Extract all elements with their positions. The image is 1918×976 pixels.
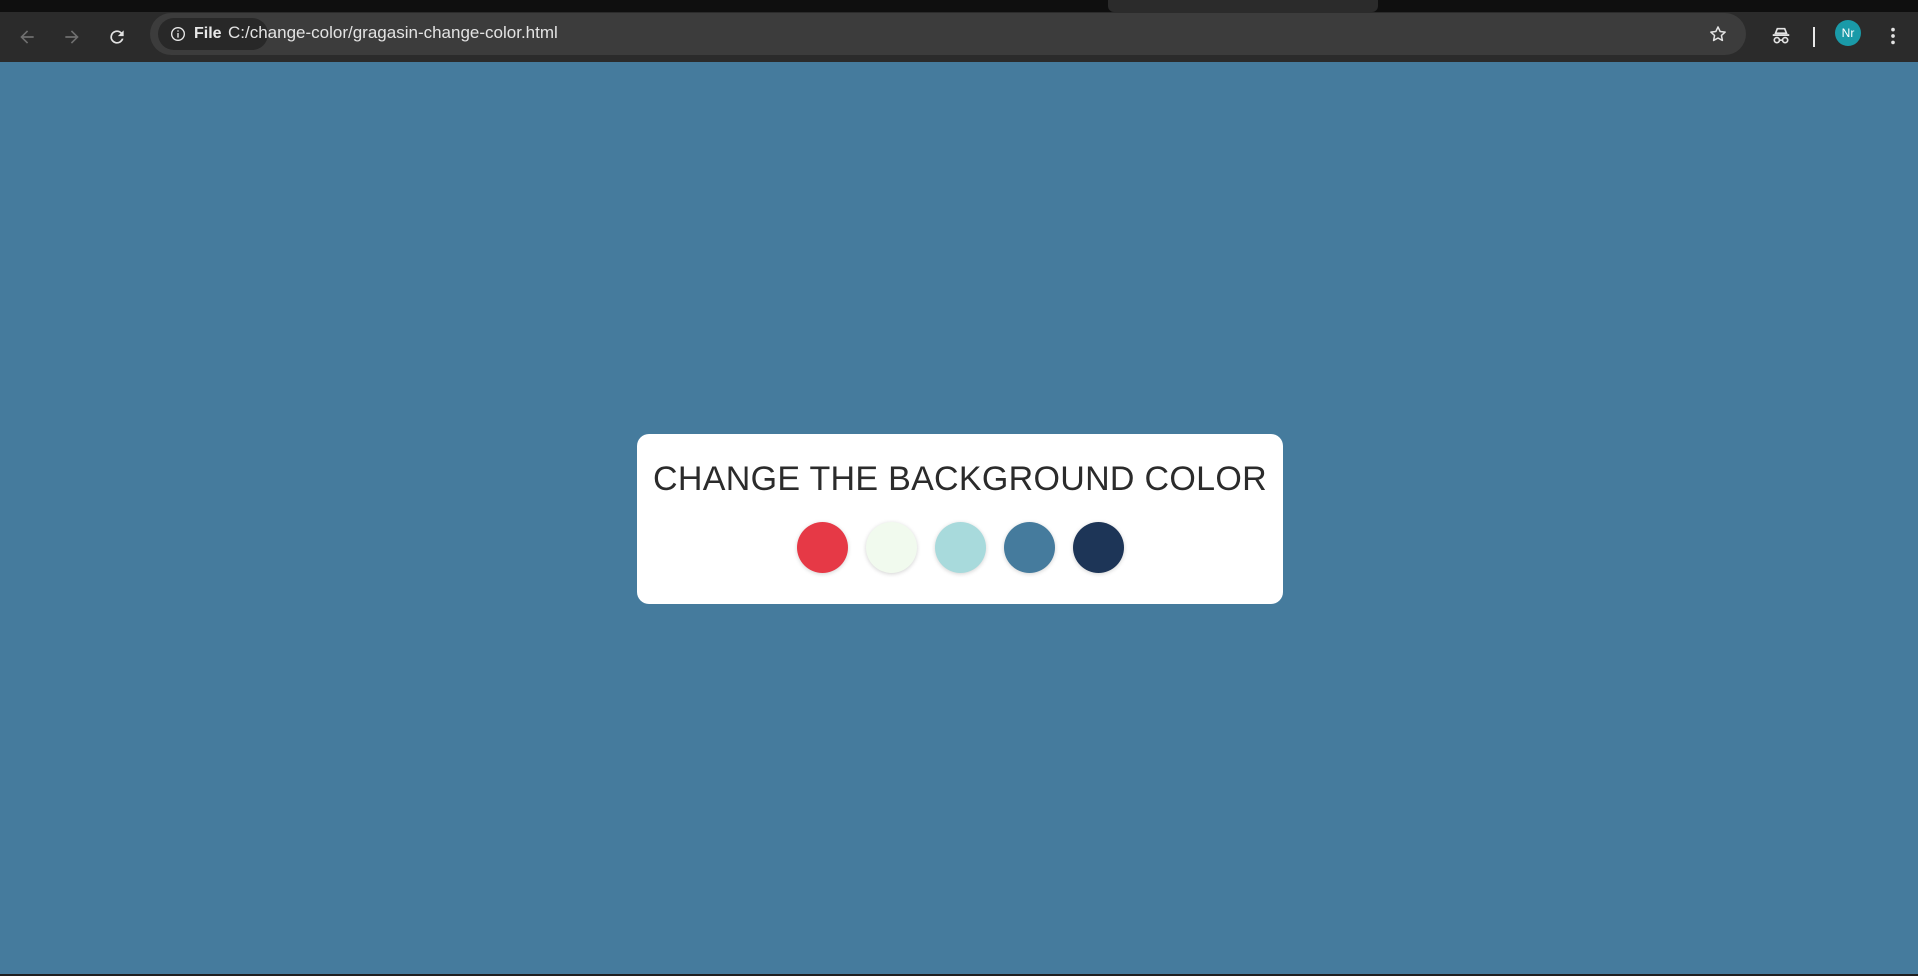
bookmark-button[interactable]: [1706, 22, 1730, 46]
star-icon: [1710, 26, 1726, 42]
swatch-honeydew[interactable]: [865, 522, 917, 573]
site-chip-label: File: [194, 25, 222, 42]
kebab-menu-icon: [1891, 27, 1895, 45]
reload-icon: [110, 30, 124, 44]
swatch-navy[interactable]: [1072, 522, 1124, 573]
browser-toolbar: File C:/change-color/gragasin-change-col…: [0, 12, 1918, 62]
incognito-icon: [1772, 27, 1790, 44]
color-picker-card: CHANGE THE BACKGROUND COLOR: [637, 434, 1283, 604]
toolbar-divider: [1813, 27, 1815, 47]
reload-button[interactable]: [100, 20, 134, 54]
menu-button[interactable]: [1880, 20, 1906, 52]
incognito-button[interactable]: [1766, 21, 1796, 51]
page-title: CHANGE THE BACKGROUND COLOR: [653, 460, 1267, 498]
address-bar[interactable]: File C:/change-color/gragasin-change-col…: [150, 13, 1746, 55]
profile-avatar[interactable]: Nr: [1835, 20, 1861, 46]
back-button[interactable]: [10, 20, 44, 54]
back-arrow-icon: [20, 30, 34, 44]
url-text[interactable]: C:/change-color/gragasin-change-color.ht…: [228, 23, 558, 43]
active-tab[interactable]: [1108, 0, 1378, 12]
swatch-red[interactable]: [796, 522, 848, 573]
page-viewport: CHANGE THE BACKGROUND COLOR: [0, 62, 1918, 976]
tab-strip: [0, 0, 1918, 12]
forward-arrow-icon: [65, 30, 79, 44]
forward-button[interactable]: [55, 20, 89, 54]
swatch-light-blue[interactable]: [934, 522, 986, 573]
swatch-steel-blue[interactable]: [1003, 522, 1055, 573]
swatch-row: [637, 522, 1283, 573]
info-icon: [171, 27, 185, 41]
